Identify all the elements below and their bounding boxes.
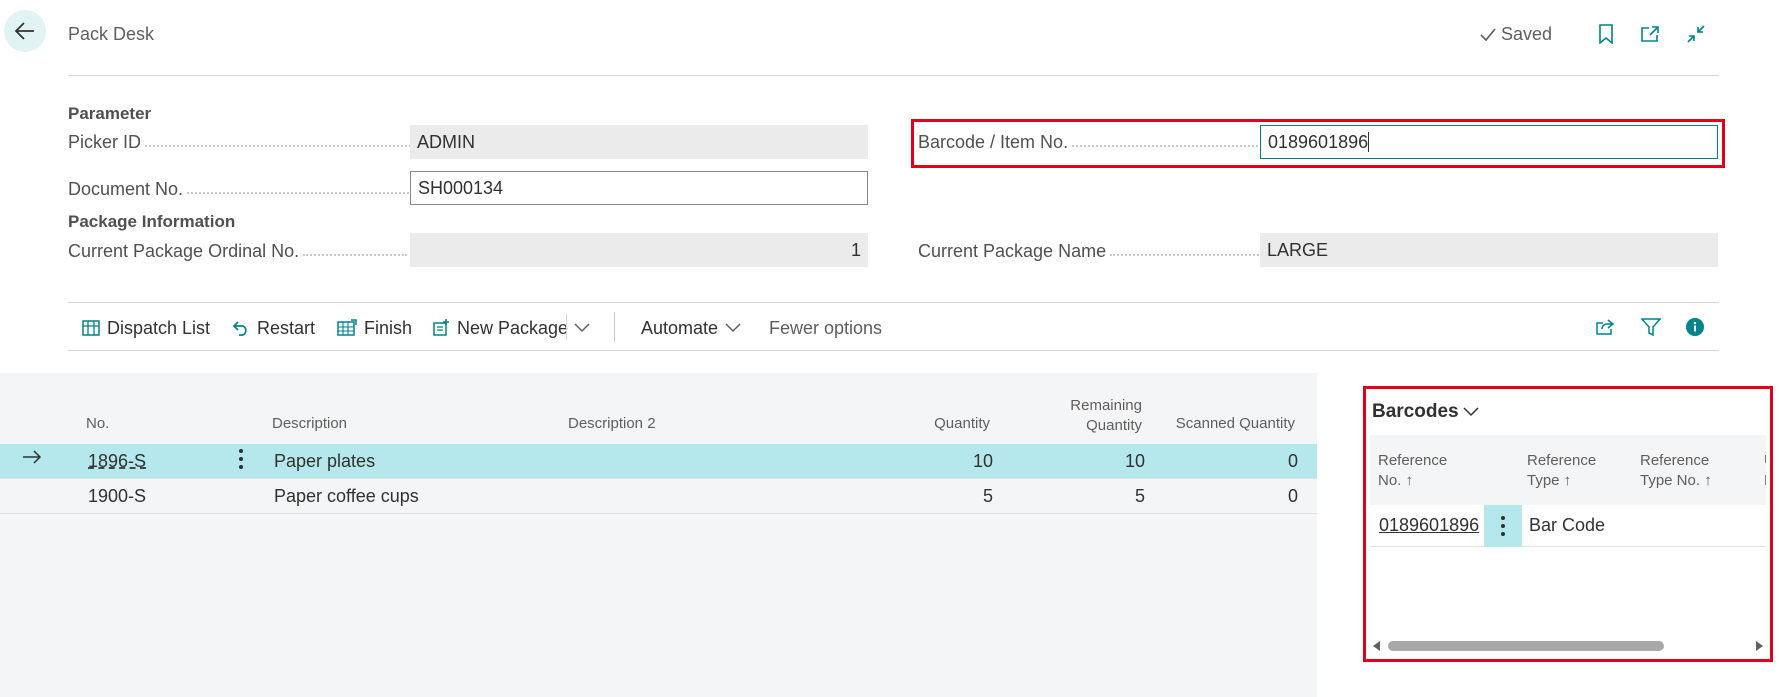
row-description: Paper coffee cups [274, 486, 419, 506]
package-info-section-title: Package Information [68, 212, 236, 231]
col-header-remaining-quantity[interactable]: Remaining Quantity [1040, 396, 1142, 436]
barcode-reference-no-link[interactable]: 0189601896 [1379, 515, 1479, 536]
barcode-row[interactable]: 0189601896 Bar Code . [1370, 505, 1766, 547]
new-package-icon [433, 319, 449, 336]
row-quantity: 5 [982, 486, 993, 506]
barcodes-title-button[interactable]: Barcodes [1372, 401, 1479, 423]
chevron-down-icon [574, 323, 590, 333]
document-no-field[interactable]: SH000134 [410, 171, 868, 205]
text-cursor [1368, 132, 1370, 152]
picker-id-field[interactable]: ADMIN [410, 125, 868, 159]
col-header-no[interactable]: No. [86, 414, 109, 434]
chevron-down-icon [1463, 407, 1479, 417]
col-header-description[interactable]: Description [272, 414, 347, 434]
document-no-label: Document No. [68, 179, 410, 200]
barcode-reference-type: Bar Code [1529, 515, 1606, 535]
scrollbar-thumb[interactable] [1388, 641, 1664, 651]
info-icon [1686, 318, 1704, 336]
back-button[interactable] [4, 10, 46, 52]
bookmark-icon [1599, 24, 1613, 44]
dispatch-list-button[interactable]: Dispatch List [82, 316, 210, 340]
ordinal-no-field[interactable]: 1 [410, 233, 868, 267]
scroll-right-arrow-icon[interactable] [1755, 641, 1763, 651]
row-quantity: 10 [972, 451, 993, 471]
barcode-item-no-label: Barcode / Item No. [918, 132, 1259, 153]
finish-button[interactable]: Finish [337, 316, 412, 340]
fewer-options-button[interactable]: Fewer options [769, 316, 882, 340]
barcode-item-no-input[interactable]: 0189601896 [1260, 125, 1718, 159]
info-button[interactable] [1682, 314, 1708, 340]
col-header-reference-type[interactable]: Reference Type ↑ [1527, 451, 1596, 491]
barcode-row-actions-button[interactable] [1484, 505, 1522, 547]
row-scanned-quantity: 0 [1287, 486, 1298, 506]
new-package-dropdown-button[interactable] [574, 316, 590, 340]
toolbar-separator [614, 312, 615, 342]
automate-menu-button[interactable]: Automate [641, 316, 741, 340]
new-package-split-divider [566, 314, 567, 340]
row-actions-icon[interactable] [238, 448, 244, 475]
filter-icon [1641, 318, 1661, 337]
row-remaining-quantity: 5 [1134, 486, 1145, 506]
open-new-window-button[interactable] [1638, 22, 1662, 46]
share-button[interactable] [1592, 314, 1618, 340]
table-row[interactable]: 1896-S Paper plates 10 10 0 [0, 444, 1317, 478]
share-icon [1596, 319, 1615, 335]
table-icon [82, 320, 100, 336]
row-no-link[interactable]: 1896-S [88, 451, 146, 472]
row-description: Paper plates [274, 451, 376, 471]
saved-status: Saved [1479, 24, 1552, 45]
col-header-quantity[interactable]: Quantity [900, 414, 990, 434]
page-title: Pack Desk [68, 24, 155, 44]
scroll-left-arrow-icon[interactable] [1373, 641, 1381, 651]
parameter-section-title: Parameter [68, 104, 152, 123]
more-vertical-icon [1501, 516, 1505, 536]
ordinal-no-label: Current Package Ordinal No. [68, 241, 408, 262]
package-name-field[interactable]: LARGE [1260, 233, 1718, 267]
row-remaining-quantity: 10 [1124, 451, 1145, 471]
collapse-icon [1687, 25, 1705, 43]
back-arrow-icon [14, 22, 34, 40]
row-selected-arrow-icon [22, 449, 42, 470]
undo-icon [232, 321, 247, 336]
open-in-new-window-icon [1641, 26, 1659, 42]
new-package-button[interactable]: New Package [432, 316, 568, 340]
header-divider [68, 75, 1719, 76]
bookmark-button[interactable] [1594, 22, 1618, 46]
package-name-label: Current Package Name [918, 241, 1267, 262]
restart-button[interactable]: Restart [232, 316, 315, 340]
col-header-next-cut-off[interactable]: U N [1764, 451, 1766, 491]
collapse-button[interactable] [1684, 22, 1708, 46]
table-row[interactable]: 1900-S Paper coffee cups 5 5 0 [0, 479, 1317, 513]
barcodes-horizontal-scrollbar[interactable] [1370, 637, 1766, 655]
col-header-reference-type-no[interactable]: Reference Type No. ↑ [1640, 451, 1712, 491]
row-no[interactable]: 1900-S [88, 486, 146, 507]
toolbar-bottom-divider [68, 350, 1719, 351]
filter-button[interactable] [1638, 314, 1664, 340]
col-header-scanned-quantity[interactable]: Scanned Quantity [1170, 414, 1295, 434]
picker-id-label: Picker ID [68, 132, 416, 153]
saved-label: Saved [1501, 24, 1553, 44]
chevron-down-icon [725, 323, 741, 333]
col-header-reference-no[interactable]: Reference No. ↑ [1378, 451, 1447, 491]
row-divider [0, 513, 1317, 514]
col-header-description-2[interactable]: Description 2 [568, 414, 656, 434]
row-scanned-quantity: 0 [1287, 451, 1298, 471]
finish-grid-icon [337, 319, 357, 336]
barcodes-factbox: Barcodes Reference No. ↑ Reference Type … [1363, 386, 1773, 662]
toolbar-top-divider [68, 302, 1719, 303]
checkmark-icon [1480, 27, 1496, 41]
